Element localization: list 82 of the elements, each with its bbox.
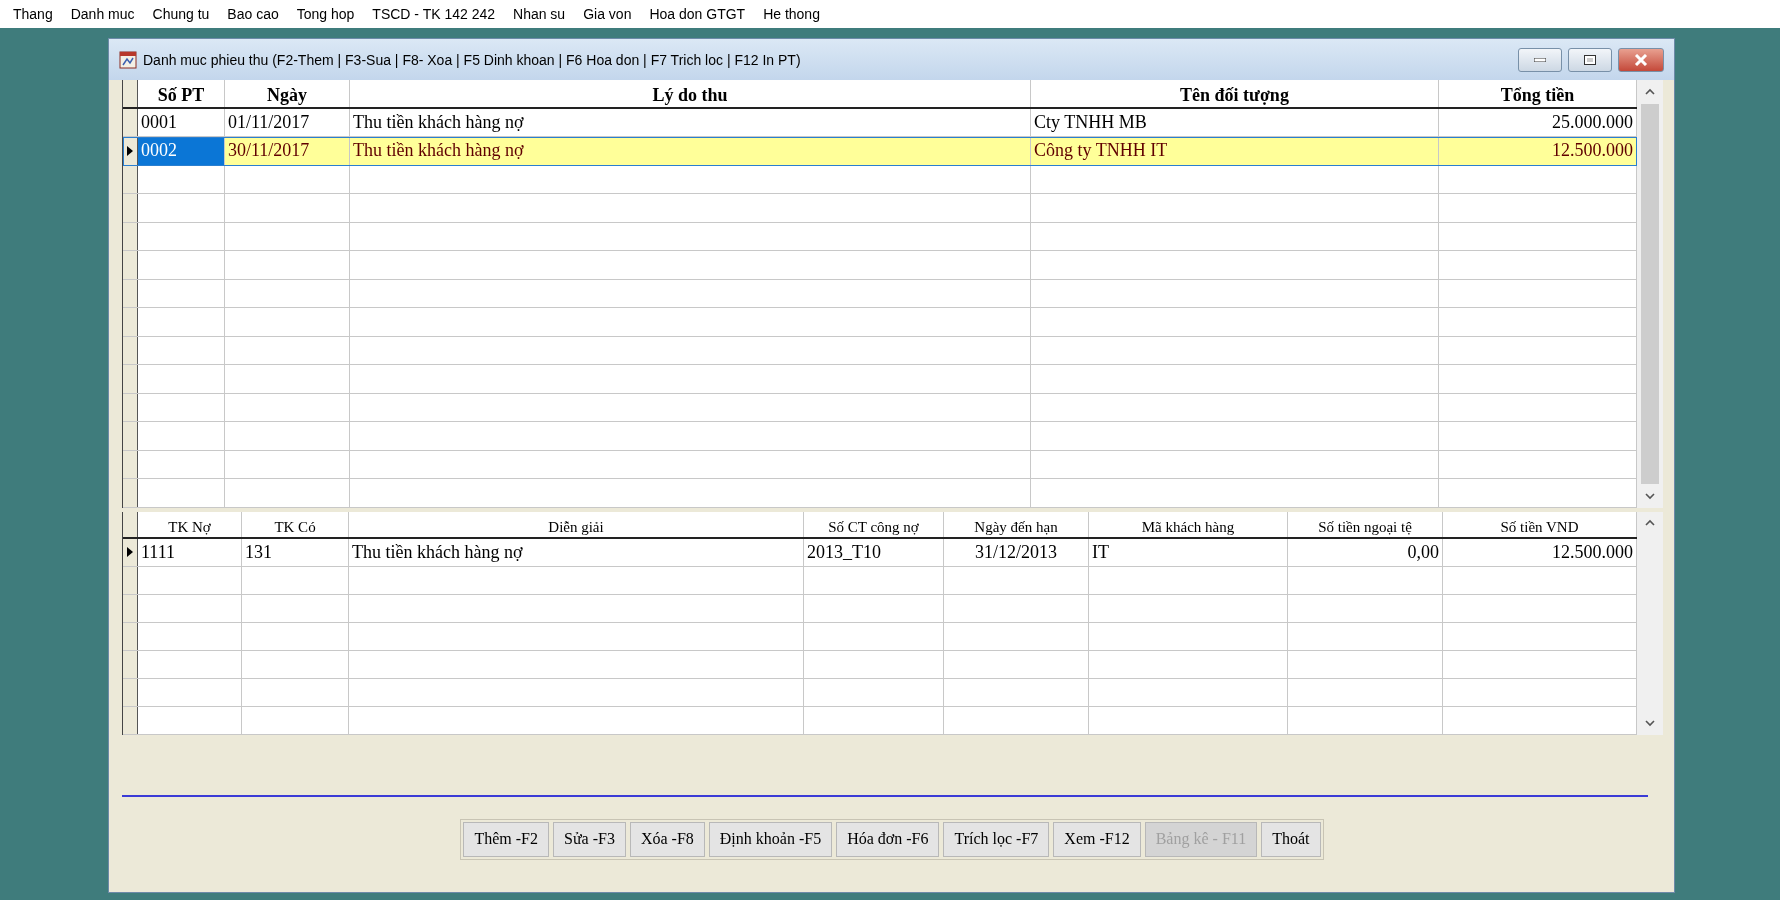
row-selector[interactable] (123, 165, 138, 193)
column-header[interactable]: Số CT công nợ (804, 511, 944, 537)
column-header[interactable]: TK Có (242, 511, 349, 537)
table-cell: Thu tiền khách hàng nợ (350, 108, 1031, 136)
row-selector[interactable] (123, 279, 138, 307)
table-cell: 30/11/2017 (225, 137, 350, 165)
column-header[interactable]: Tên đối tượng (1031, 80, 1439, 107)
table-cell: 0001 (138, 108, 225, 136)
app-icon (119, 50, 137, 69)
menu-item[interactable]: Hoa don GTGT (640, 6, 755, 22)
table-cell: 31/12/2013 (944, 538, 1089, 566)
scroll-down-icon[interactable] (1645, 720, 1655, 727)
row-selector[interactable] (123, 308, 138, 336)
row-selector[interactable] (123, 222, 138, 250)
row-selector[interactable] (123, 538, 138, 566)
corner-cell (123, 80, 138, 107)
column-header[interactable]: Diễn giải (349, 511, 804, 537)
action-button[interactable]: Sửa -F3 (553, 821, 626, 857)
maximize-button[interactable] (1568, 47, 1612, 72)
menu-item[interactable]: Tong hop (287, 6, 364, 22)
column-header[interactable]: Lý do thu (350, 80, 1031, 107)
column-header[interactable]: Mã khách hàng (1089, 511, 1288, 537)
table-row[interactable]: 1111 131 Thu tiền khách hàng nợ 2013_T10 31/12/2013 IT 0,00 12.500.000 (123, 538, 1637, 567)
menu-item[interactable]: Chung tu (143, 6, 219, 22)
table-cell: Thu tiền khách hàng nợ (350, 137, 1031, 165)
row-selector[interactable] (123, 365, 138, 393)
table-cell: 0002 (138, 137, 225, 165)
row-selector[interactable] (123, 479, 138, 507)
row-selector[interactable] (123, 650, 138, 678)
row-selector[interactable] (123, 706, 138, 734)
column-header[interactable]: TK Nợ (138, 511, 242, 537)
menu-item[interactable]: He thong (754, 6, 829, 22)
action-button[interactable]: Trích lọc -F7 (943, 821, 1050, 857)
table-cell: 0,00 (1288, 538, 1443, 566)
scroll-up-icon[interactable] (1645, 87, 1655, 95)
close-icon (1634, 53, 1648, 66)
row-selector[interactable] (123, 108, 138, 136)
row-selector[interactable] (123, 393, 138, 421)
column-header[interactable]: Số PT (138, 80, 225, 107)
action-button[interactable]: Xem -F12 (1053, 821, 1141, 857)
scroll-down-icon[interactable] (1645, 493, 1655, 500)
menu-item[interactable]: Bao cao (218, 6, 288, 22)
window-title: Danh muc phieu thu (F2-Them | F3-Sua | F8- Xoa | F5 Dinh khoan | F6 Hoa don | F7 Trich loc | F12 In PT) (143, 51, 802, 68)
menu-item[interactable]: TSCD - TK 142 242 (363, 6, 504, 22)
row-selector[interactable] (123, 251, 138, 279)
action-button[interactable]: Thoát (1261, 821, 1321, 857)
minimize-button[interactable] (1518, 47, 1562, 72)
row-selector[interactable] (123, 336, 138, 364)
menu-item[interactable]: Gia von (574, 6, 641, 22)
row-selector[interactable] (123, 594, 138, 622)
table-cell: Thu tiền khách hàng nợ (349, 538, 804, 566)
row-selector[interactable] (123, 678, 138, 706)
scrollbar-thumb[interactable] (1641, 104, 1659, 484)
row-selector[interactable] (123, 450, 138, 478)
table-cell: 1111 (138, 538, 242, 566)
menu-item[interactable]: Nhan su (504, 6, 575, 22)
action-button[interactable]: Xóa -F8 (629, 821, 705, 857)
row-selector[interactable] (123, 137, 138, 165)
menu-item[interactable]: Danh muc (61, 6, 144, 22)
maximize-icon (1584, 54, 1596, 65)
table-cell: 131 (242, 538, 349, 566)
table-cell: 2013_T10 (804, 538, 944, 566)
row-selector[interactable] (123, 622, 138, 650)
menu-item[interactable]: Thang (4, 6, 62, 22)
table-row[interactable]: 0002 30/11/2017 Thu tiền khách hàng nợ Công ty TNHH IT 12.500.000 (123, 137, 1637, 166)
row-selector[interactable] (123, 422, 138, 450)
scroll-up-icon[interactable] (1645, 519, 1655, 526)
minimize-icon (1534, 57, 1546, 62)
column-header[interactable]: Số tiền ngoại tệ (1288, 511, 1443, 537)
table-cell: IT (1089, 538, 1288, 566)
table-cell: 01/11/2017 (225, 108, 350, 136)
action-button[interactable]: Hóa đơn -F6 (836, 821, 940, 857)
table-cell: Công ty TNHH IT (1031, 137, 1439, 165)
row-selector[interactable] (123, 566, 138, 594)
column-header[interactable]: Ngày đến hạn (944, 511, 1089, 537)
table-cell: Cty TNHH MB (1031, 108, 1439, 136)
column-header[interactable]: Ngày (225, 80, 350, 107)
corner-cell (123, 511, 138, 537)
action-button[interactable]: Thêm -F2 (463, 821, 549, 857)
close-button[interactable] (1618, 47, 1664, 72)
row-selector[interactable] (123, 194, 138, 222)
action-button[interactable]: Định khoản -F5 (708, 821, 833, 857)
